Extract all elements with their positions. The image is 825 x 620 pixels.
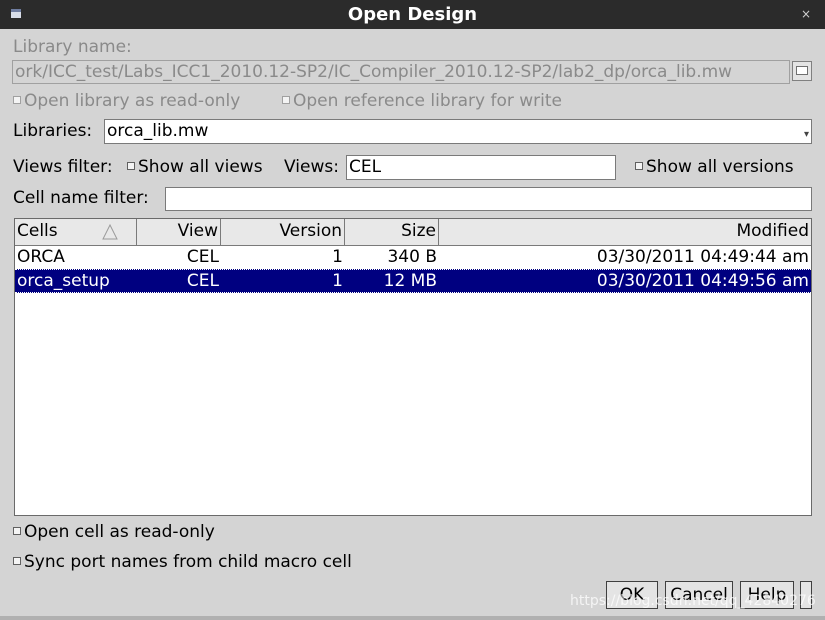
title-bar[interactable]: Open Design × xyxy=(0,0,825,29)
show-all-versions-checkbox[interactable]: Show all versions xyxy=(635,157,794,177)
bottom-border xyxy=(0,616,825,620)
browse-folder-icon xyxy=(796,66,808,75)
table-header: Cells View Version Size Modified xyxy=(15,219,811,246)
table-row[interactable]: ORCA CEL 1 340 B 03/30/2011 04:49:44 am xyxy=(15,246,811,270)
libraries-select[interactable]: orca_lib.mw ▾ xyxy=(104,119,812,144)
open-cell-readonly-checkbox[interactable]: Open cell as read-only xyxy=(13,522,215,542)
cell-modified: 03/30/2011 04:49:56 am xyxy=(596,271,809,291)
cell-view: CEL xyxy=(186,271,219,291)
sync-port-names-checkbox[interactable]: Sync port names from child macro cell xyxy=(13,552,352,572)
column-header-modified[interactable]: Modified xyxy=(439,219,811,245)
cell-version: 1 xyxy=(332,271,343,291)
cell-size: 12 MB xyxy=(383,271,437,291)
cell-name: ORCA xyxy=(17,247,65,267)
library-name-label: Library name: xyxy=(13,37,132,57)
sort-ascending-icon xyxy=(102,223,118,240)
checkbox-icon xyxy=(282,96,290,104)
library-path-text: ork/ICC_test/Labs_ICC1_2010.12-SP2/IC_Co… xyxy=(15,62,733,82)
watermark: https://blog.csdn.net/qq_42840276 xyxy=(570,593,816,609)
cell-version: 1 xyxy=(332,247,343,267)
views-filter-label: Views filter: xyxy=(13,157,113,177)
table-row-selected[interactable]: orca_setup CEL 1 12 MB 03/30/2011 04:49:… xyxy=(15,269,811,293)
open-design-dialog: Open Design × Library name: ork/ICC_test… xyxy=(0,0,825,620)
cell-modified: 03/30/2011 04:49:44 am xyxy=(596,247,809,267)
dropdown-arrow-icon[interactable]: ▾ xyxy=(804,124,809,143)
checkbox-icon xyxy=(13,527,21,535)
views-input[interactable]: CEL xyxy=(346,155,616,180)
column-header-view[interactable]: View xyxy=(137,219,221,245)
cell-view: CEL xyxy=(186,247,219,267)
checkbox-icon xyxy=(127,162,135,170)
cell-size: 340 B xyxy=(387,247,437,267)
cells-table[interactable]: Cells View Version Size Modified ORCA CE… xyxy=(14,218,812,516)
library-name-field: ork/ICC_test/Labs_ICC1_2010.12-SP2/IC_Co… xyxy=(12,60,790,84)
checkbox-icon xyxy=(13,557,21,565)
window-title: Open Design xyxy=(347,4,478,25)
show-all-views-checkbox[interactable]: Show all views xyxy=(127,157,263,177)
cell-name: orca_setup xyxy=(17,271,110,291)
column-header-cells[interactable]: Cells xyxy=(15,219,137,245)
cell-name-filter-label: Cell name filter: xyxy=(13,188,149,208)
cell-name-filter-input[interactable] xyxy=(165,187,812,211)
close-icon[interactable]: × xyxy=(801,7,811,21)
open-reference-library-write-checkbox[interactable]: Open reference library for write xyxy=(282,91,562,111)
checkbox-icon xyxy=(13,96,21,104)
libraries-label: Libraries: xyxy=(13,121,93,141)
checkbox-icon xyxy=(635,162,643,170)
views-label: Views: xyxy=(284,157,339,177)
column-header-size[interactable]: Size xyxy=(345,219,439,245)
browse-library-button[interactable] xyxy=(792,61,812,81)
open-library-readonly-checkbox[interactable]: Open library as read-only xyxy=(13,91,240,111)
column-header-version[interactable]: Version xyxy=(221,219,345,245)
